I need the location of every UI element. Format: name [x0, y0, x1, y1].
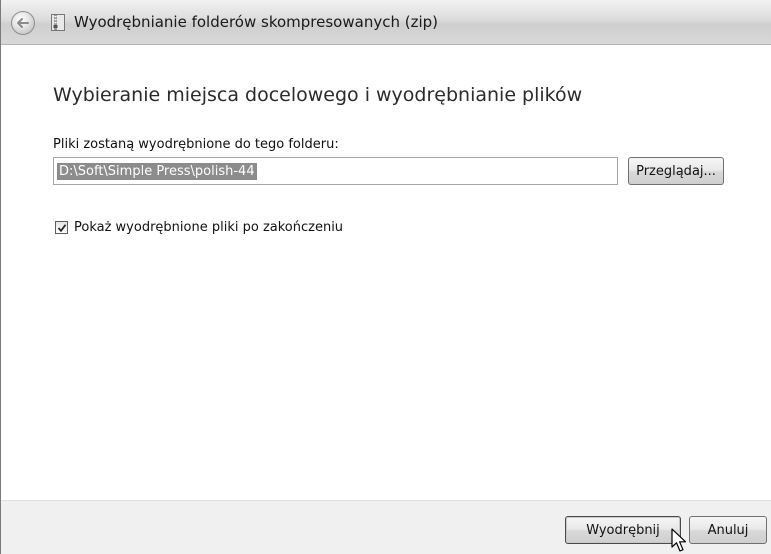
dialog-footer: Wyodrębnij Anuluj: [1, 500, 771, 554]
back-button[interactable]: [11, 11, 35, 35]
title-bar: Wyodrębnianie folderów skompresowanych (…: [1, 0, 771, 45]
show-files-label: Pokaż wyodrębnione pliki po zakończeniu: [74, 220, 344, 235]
zip-folder-icon: [51, 14, 65, 31]
destination-label: Pliki zostaną wyodrębnione do tego folde…: [53, 137, 339, 152]
destination-path-input[interactable]: D:\Soft\Simple Press\polish-44: [53, 157, 618, 185]
destination-path-value: D:\Soft\Simple Press\polish-44: [57, 162, 257, 180]
checkmark-icon: [57, 224, 67, 233]
cancel-button[interactable]: Anuluj: [689, 516, 767, 544]
mouse-pointer-icon: [671, 528, 687, 552]
window-title: Wyodrębnianie folderów skompresowanych (…: [74, 13, 438, 31]
back-arrow-icon: [17, 18, 29, 28]
extract-button[interactable]: Wyodrębnij: [565, 516, 681, 544]
show-files-checkbox[interactable]: [55, 221, 68, 234]
page-heading: Wybieranie miejsca docelowego i wyodrębn…: [53, 84, 583, 106]
browse-button[interactable]: Przeglądaj...: [628, 157, 724, 185]
extract-zip-window: Wyodrębnianie folderów skompresowanych (…: [0, 0, 771, 554]
show-files-option[interactable]: Pokaż wyodrębnione pliki po zakończeniu: [55, 220, 343, 235]
